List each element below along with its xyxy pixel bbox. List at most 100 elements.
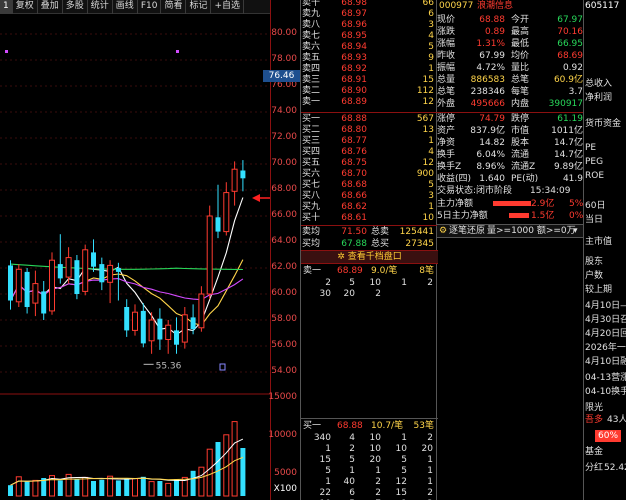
stock-title[interactable]: 000977 浪潮信息 xyxy=(437,0,583,12)
price-tick: 56.00 xyxy=(271,340,297,350)
side-item[interactable]: 股东 xyxy=(585,256,603,268)
volume-bar xyxy=(124,478,130,496)
chevron-down-icon[interactable]: ▾ xyxy=(573,225,578,237)
info-value: 9.89亿 xyxy=(553,162,583,172)
candle[interactable] xyxy=(181,307,188,349)
ask-row[interactable]: 卖一 68.89 12 xyxy=(301,96,438,108)
avg-bid-row: 买均 67.88 总买 27345 xyxy=(302,239,434,249)
candle[interactable] xyxy=(231,161,238,206)
side-item[interactable]: 4月20日回 xyxy=(585,328,626,340)
candle[interactable] xyxy=(99,257,105,291)
side-item[interactable]: 04-13营涨 xyxy=(585,372,626,384)
side-item[interactable]: 限光 xyxy=(585,402,603,414)
info-label: 市值 xyxy=(511,126,530,136)
toolbar-button-multi[interactable]: 多股 xyxy=(63,0,88,14)
info-marker-icon[interactable] xyxy=(219,363,226,371)
candle[interactable] xyxy=(157,308,163,350)
candle[interactable] xyxy=(215,184,221,239)
toolbar-button-overlay[interactable]: 叠加 xyxy=(38,0,63,14)
side-item[interactable]: 分红 xyxy=(585,462,603,474)
info-label: PE(动) xyxy=(511,174,539,184)
toolbar-button-f10[interactable]: F10 xyxy=(138,0,162,14)
side-stock-code[interactable]: 605117 xyxy=(585,0,619,12)
side-item[interactable]: 主市值 xyxy=(585,236,612,248)
side-item[interactable]: 52.42 xyxy=(604,462,626,474)
bid-label: 买十 xyxy=(302,213,321,223)
candle[interactable] xyxy=(223,182,230,236)
side-item[interactable]: 吾多 xyxy=(585,414,603,426)
toolbar-button-mark[interactable]: 标记 xyxy=(186,0,212,14)
info-label: 涨停 xyxy=(437,114,456,124)
candle[interactable] xyxy=(41,281,47,320)
toolbar-button-fuquan[interactable]: 复权 xyxy=(13,0,38,14)
info-value: 4.72% xyxy=(476,63,505,73)
side-item[interactable]: 4月10日— xyxy=(585,300,626,312)
toolbar-button-stats[interactable]: 统计 xyxy=(88,0,113,14)
side-item[interactable]: ROE xyxy=(585,170,604,182)
candle[interactable] xyxy=(24,268,30,314)
volume-bar xyxy=(206,448,213,497)
side-item[interactable]: 04-10换手 xyxy=(585,386,626,398)
candle[interactable] xyxy=(115,262,121,301)
candle[interactable] xyxy=(91,239,96,272)
side-item[interactable]: 43人 xyxy=(607,414,626,426)
toolbar-button-watchlist[interactable]: +自选 xyxy=(211,0,245,14)
crosshair-price-tag: 76.46 xyxy=(263,70,300,82)
candle[interactable] xyxy=(74,255,80,300)
candle[interactable] xyxy=(82,244,89,296)
indicator-button[interactable]: 1 xyxy=(0,0,13,14)
volume-bar xyxy=(165,482,172,497)
info-value: 61.19 xyxy=(557,114,583,124)
candle[interactable] xyxy=(206,205,213,300)
side-item[interactable]: PE xyxy=(585,142,596,154)
candle[interactable] xyxy=(65,247,72,284)
candle[interactable] xyxy=(174,317,179,354)
event-marker[interactable] xyxy=(5,50,8,53)
info-value: 0.92 xyxy=(562,63,583,73)
kline-chart-area[interactable]: 55.36 xyxy=(0,14,296,500)
side-item[interactable]: 2026年一季 xyxy=(585,342,626,354)
candle[interactable] xyxy=(140,303,146,348)
volume-unit: X100 xyxy=(273,484,297,494)
volume-bar xyxy=(198,466,205,497)
candle[interactable] xyxy=(132,304,138,336)
toolbar-button-draw[interactable]: 画线 xyxy=(113,0,138,14)
side-item[interactable]: 货币资金 xyxy=(585,118,621,130)
avg-ask-row: 卖均 71.50 总卖 125441 xyxy=(302,227,434,237)
price-tick: 70.00 xyxy=(271,158,297,168)
side-item[interactable]: 较上期 xyxy=(585,284,612,296)
side-item[interactable]: 4月10日融 xyxy=(585,356,626,368)
candle[interactable] xyxy=(32,270,39,317)
side-item[interactable]: 净利润 xyxy=(585,92,612,104)
candle[interactable] xyxy=(124,299,130,337)
tape-header[interactable]: ⚙ 逐笔还原 量>=1000 额>=0万 ▾ xyxy=(437,224,583,238)
side-item[interactable]: 60% xyxy=(595,430,622,442)
candle[interactable] xyxy=(240,160,246,192)
event-marker[interactable] xyxy=(176,50,179,53)
side-item[interactable]: 当日 xyxy=(585,214,603,226)
side-item[interactable]: 基金 xyxy=(585,446,603,458)
side-item[interactable]: 60日 xyxy=(585,200,605,212)
candle[interactable] xyxy=(15,264,22,307)
side-item[interactable]: 户数 xyxy=(585,270,603,282)
candle[interactable] xyxy=(49,252,55,315)
volume-bar xyxy=(15,476,22,497)
kline-chart[interactable]: 55.36 xyxy=(0,14,296,500)
info-value: 68.88 xyxy=(479,15,505,25)
side-item[interactable]: 总收入 xyxy=(585,78,612,90)
gear-icon[interactable]: ⚙ xyxy=(439,225,447,237)
candle[interactable] xyxy=(8,260,13,310)
side-item[interactable]: 4月30日召 xyxy=(585,314,626,326)
side-item[interactable]: PEG xyxy=(585,156,603,168)
candle[interactable] xyxy=(198,286,205,332)
candle[interactable] xyxy=(57,234,63,284)
price-tick: 58.00 xyxy=(271,314,297,324)
view-thousand-levels-button[interactable]: ✲ 查看千档盘口 xyxy=(301,250,438,264)
price-tick: 74.00 xyxy=(271,106,297,116)
volume-bar xyxy=(157,481,163,496)
bid-row[interactable]: 买十 68.61 10 xyxy=(301,212,438,224)
candle[interactable] xyxy=(165,320,172,354)
toolbar-button-simple[interactable]: 简看 xyxy=(161,0,187,14)
candle[interactable] xyxy=(107,260,114,304)
info-row: 涨停 74.79 跌停 61.19 xyxy=(437,113,583,125)
